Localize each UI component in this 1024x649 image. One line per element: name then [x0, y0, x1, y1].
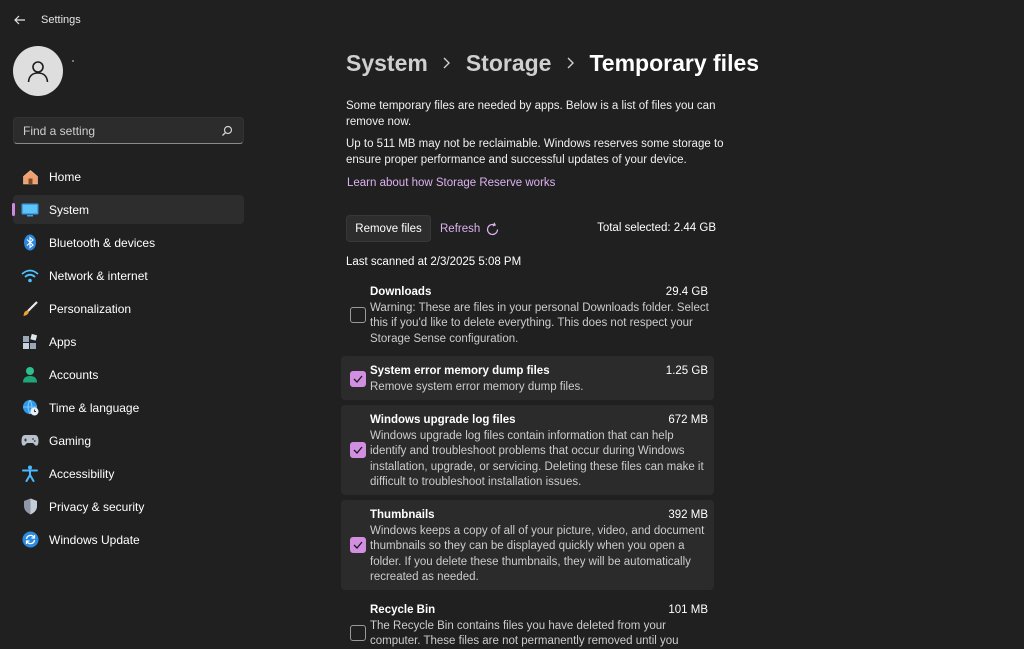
user-name: [72, 60, 74, 62]
memory-dump-checkbox[interactable]: [350, 371, 366, 387]
file-description: Windows upgrade log files contain inform…: [370, 430, 704, 488]
file-description: Remove system error memory dump files.: [370, 381, 584, 393]
file-item-thumbnails: Thumbnails 392 MB Windows keeps a copy o…: [341, 500, 714, 590]
sidebar-item-gaming[interactable]: Gaming: [13, 426, 244, 455]
sidebar-item-accounts[interactable]: Accounts: [13, 360, 244, 389]
sidebar-item-accessibility[interactable]: Accessibility: [13, 459, 244, 488]
sidebar-item-home[interactable]: Home: [13, 162, 244, 191]
refresh-button[interactable]: Refresh: [440, 219, 500, 239]
sidebar-item-label: Time & language: [49, 400, 140, 415]
sidebar-item-bluetooth[interactable]: Bluetooth & devices: [13, 228, 244, 257]
file-size: 672 MB: [668, 414, 708, 426]
checkmark-icon: [353, 541, 363, 549]
file-item-memory-dump: System error memory dump files 1.25 GB R…: [341, 356, 714, 400]
bluetooth-icon: [21, 234, 39, 252]
sidebar-item-windows-update[interactable]: Windows Update: [13, 525, 244, 554]
update-icon: [21, 531, 39, 549]
apps-icon: [21, 333, 39, 351]
file-item-recycle-bin: Recycle Bin 101 MB The Recycle Bin conta…: [341, 596, 714, 649]
chevron-right-icon: [565, 56, 575, 70]
sidebar-item-time-language[interactable]: Time & language: [13, 393, 244, 422]
globe-clock-icon: [21, 399, 39, 417]
checkmark-icon: [353, 446, 363, 454]
sidebar-item-label: Accessibility: [49, 466, 115, 481]
search-input[interactable]: [14, 118, 214, 143]
checkmark-icon: [353, 375, 363, 383]
storage-reserve-text: Up to 511 MB may not be reclaimable. Win…: [346, 138, 724, 166]
sidebar-item-label: Home: [49, 169, 82, 184]
wifi-icon: [21, 267, 39, 285]
page-title: Temporary files: [589, 49, 760, 76]
last-scanned-text: Last scanned at 2/3/2025 5:08 PM: [346, 256, 522, 268]
file-size: 1.25 GB: [665, 365, 708, 377]
recycle-bin-checkbox[interactable]: [350, 625, 366, 641]
file-name: Thumbnails: [370, 509, 435, 521]
title-bar: Settings: [0, 0, 1024, 40]
file-description: Warning: These are files in your persona…: [370, 302, 709, 345]
sidebar-item-label: Accounts: [49, 367, 99, 382]
sidebar-item-network[interactable]: Network & internet: [13, 261, 244, 290]
file-description: The Recycle Bin contains files you have …: [370, 620, 679, 648]
sidebar-item-label: Gaming: [49, 433, 92, 448]
sidebar-item-label: Network & internet: [49, 268, 148, 283]
accounts-icon: [21, 366, 39, 384]
remove-files-button[interactable]: Remove files: [346, 215, 431, 242]
sidebar-item-label: Apps: [49, 334, 77, 349]
upgrade-logs-checkbox[interactable]: [350, 442, 366, 458]
sidebar-item-apps[interactable]: Apps: [13, 327, 244, 356]
file-size: 392 MB: [668, 509, 708, 521]
file-description: Windows keeps a copy of all of your pict…: [370, 525, 705, 583]
accessibility-icon: [21, 465, 39, 483]
avatar[interactable]: [13, 46, 63, 96]
sidebar-item-label: Windows Update: [49, 532, 140, 547]
refresh-icon: [487, 222, 499, 235]
sidebar-nav: Home System Bluetooth & devices Network …: [12, 162, 244, 558]
home-icon: [21, 168, 39, 186]
sidebar-item-label: Bluetooth & devices: [49, 235, 156, 250]
storage-reserve-link[interactable]: Learn about how Storage Reserve works: [347, 177, 555, 189]
file-item-upgrade-logs: Windows upgrade log files 672 MB Windows…: [341, 405, 714, 495]
description-text: Some temporary files are needed by apps.…: [346, 100, 716, 128]
breadcrumb-storage[interactable]: Storage: [466, 50, 552, 77]
brush-icon: [21, 300, 39, 318]
downloads-checkbox[interactable]: [350, 307, 366, 323]
file-name: Recycle Bin: [370, 604, 436, 616]
file-name: Windows upgrade log files: [370, 414, 516, 426]
shield-icon: [21, 498, 39, 516]
sidebar-item-system[interactable]: System: [12, 195, 244, 224]
gamepad-icon: [21, 432, 39, 450]
search-icon[interactable]: [220, 124, 234, 138]
total-selected: Total selected: 2.44 GB: [597, 222, 716, 234]
sidebar-item-privacy[interactable]: Privacy & security: [13, 492, 244, 521]
sidebar-item-label: System: [49, 202, 90, 217]
back-arrow-icon: [14, 15, 25, 25]
breadcrumb: System Storage Temporary files: [346, 47, 759, 79]
breadcrumb-system[interactable]: System: [346, 50, 428, 77]
file-size: 29.4 GB: [665, 286, 708, 298]
user-icon: [27, 61, 49, 83]
file-name: Downloads: [370, 286, 432, 298]
search-box[interactable]: [13, 117, 244, 144]
app-title: Settings: [41, 14, 81, 26]
sidebar-item-label: Privacy & security: [49, 499, 145, 514]
file-size: 101 MB: [668, 604, 708, 616]
file-name: System error memory dump files: [370, 365, 550, 377]
thumbnails-checkbox[interactable]: [350, 537, 366, 553]
chevron-right-icon: [442, 56, 452, 70]
refresh-label: Refresh: [440, 223, 481, 235]
sidebar-item-label: Personalization: [49, 301, 132, 316]
sidebar-item-personalization[interactable]: Personalization: [13, 294, 244, 323]
file-item-downloads: Downloads 29.4 GB Warning: These are fil…: [341, 281, 714, 351]
system-icon: [21, 201, 39, 219]
settings-window: Settings Home System: [0, 0, 1024, 649]
back-button[interactable]: [9, 10, 31, 30]
